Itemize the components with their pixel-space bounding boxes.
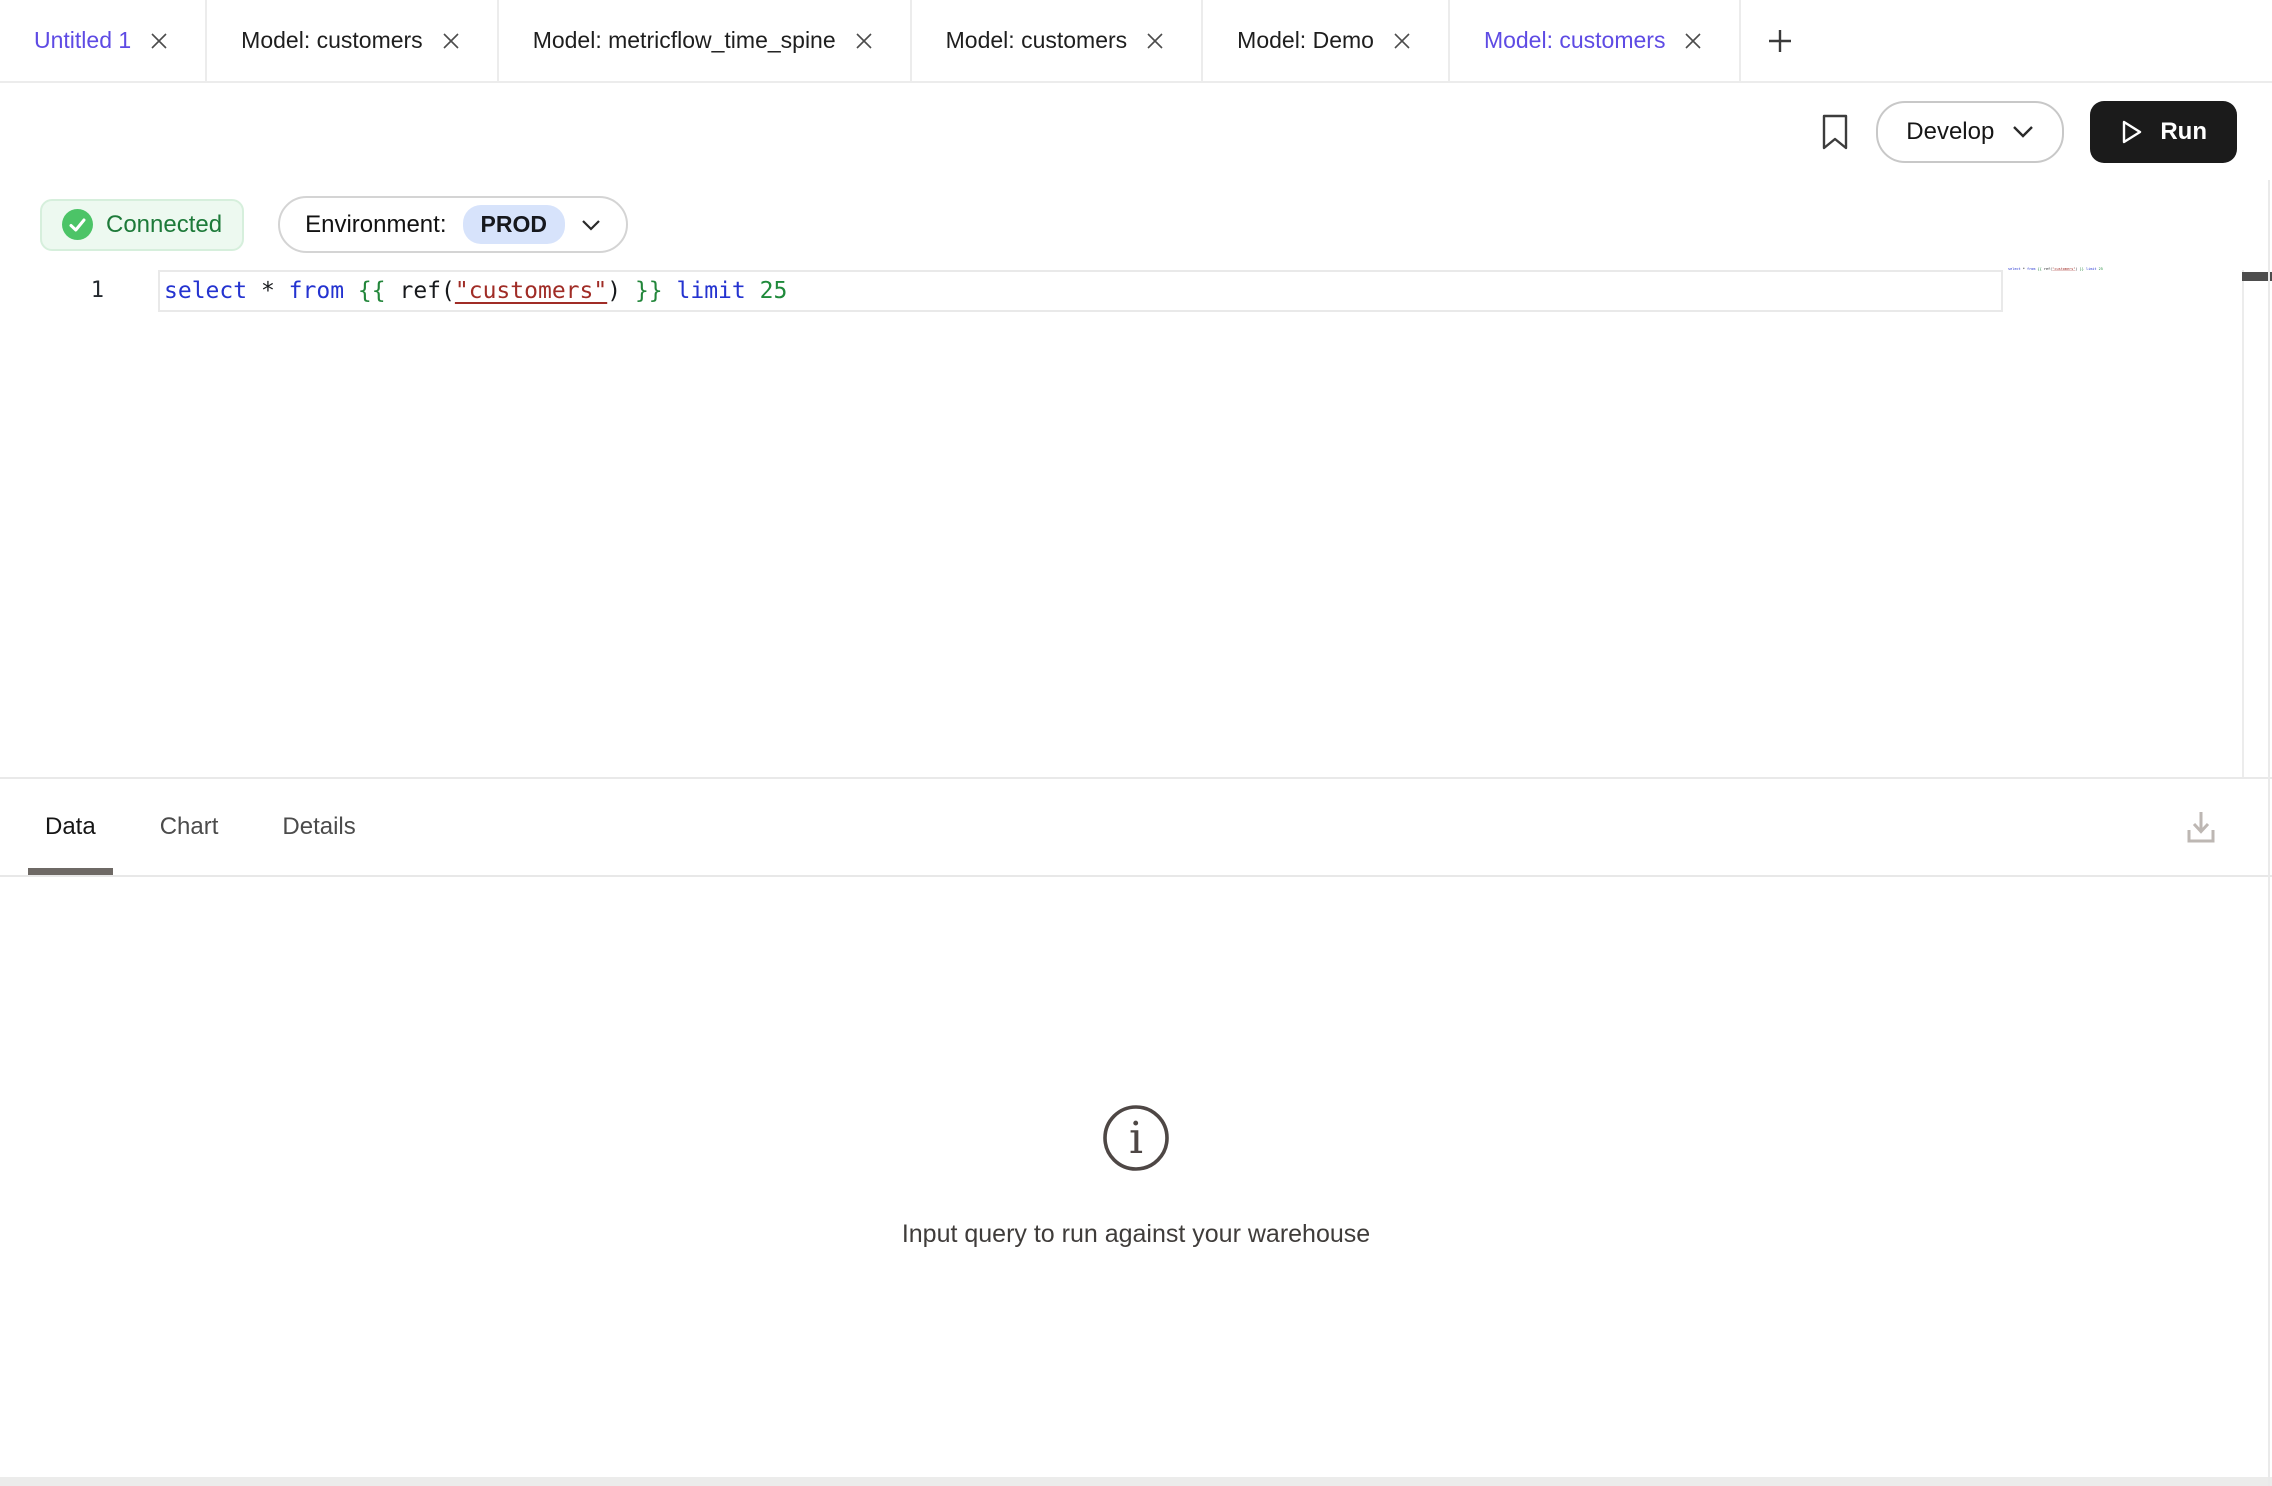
bookmark-icon (1820, 114, 1850, 150)
connection-status-badge: Connected (40, 199, 244, 251)
editor-tab[interactable]: Model: customers (1450, 0, 1742, 81)
code-token: 25 (760, 278, 788, 304)
run-button-label: Run (2160, 118, 2207, 146)
download-icon (2179, 805, 2223, 849)
editor-scrollbar-track[interactable] (2242, 270, 2270, 777)
environment-selector[interactable]: Environment: PROD (278, 196, 628, 253)
tab-close-icon[interactable] (1681, 29, 1705, 53)
code-token (386, 278, 400, 304)
tab-close-icon[interactable] (1143, 29, 1167, 53)
code-token: from (289, 278, 344, 304)
code-token: ) (607, 278, 621, 304)
code-token (746, 278, 760, 304)
code-token (344, 278, 358, 304)
tab-close-icon[interactable] (439, 29, 463, 53)
tab-label: Model: customers (241, 27, 423, 54)
code-token: select (164, 278, 247, 304)
develop-button-label: Develop (1906, 118, 1994, 146)
tab-label: Model: customers (1484, 27, 1666, 54)
code-token (663, 278, 677, 304)
check-circle-icon (62, 209, 93, 240)
editor-tabs: Untitled 1 Model: customers Model: metricf… (0, 0, 1741, 81)
new-tab-button[interactable] (1741, 0, 1819, 81)
toolbar: Develop Run (0, 83, 2272, 180)
code-token: }} (635, 278, 663, 304)
results-tab-bar: Data Chart Details (0, 779, 2272, 877)
code-token (275, 278, 289, 304)
chevron-down-icon (2012, 125, 2034, 138)
run-button[interactable]: Run (2090, 101, 2237, 163)
empty-state-message: Input query to run against your warehous… (902, 1220, 1370, 1249)
editor-tab[interactable]: Model: Demo (1203, 0, 1450, 81)
develop-button[interactable]: Develop (1876, 101, 2064, 163)
code-token (621, 278, 635, 304)
tab-bar: Untitled 1 Model: customers Model: metricf… (0, 0, 2272, 83)
results-tab-data[interactable]: Data (28, 779, 113, 875)
code-line: select * from {{ ref("customers") }} lim… (160, 278, 787, 304)
editor-current-line[interactable]: select * from {{ ref("customers") }} lim… (158, 270, 2003, 312)
code-token: select (2008, 267, 2021, 271)
info-icon: i (1101, 1103, 1171, 1178)
editor-content[interactable]: select * from {{ ref("customers") }} lim… (140, 262, 2272, 777)
tab-label: Model: metricflow_time_spine (533, 27, 836, 54)
code-token: 25 (2099, 267, 2103, 271)
code-token: from (2027, 267, 2035, 271)
environment-label: Environment: (305, 211, 446, 239)
tab-close-icon[interactable] (852, 29, 876, 53)
tab-label: Model: Demo (1237, 27, 1374, 54)
plus-icon (1765, 26, 1795, 56)
environment-value-badge: PROD (463, 205, 565, 244)
results-tab-details[interactable]: Details (265, 779, 372, 875)
results-tab-chart[interactable]: Chart (143, 779, 236, 875)
minimap-code-line: select * from {{ ref("customers") }} lim… (2008, 267, 2103, 271)
editor-minimap[interactable]: select * from {{ ref("customers") }} lim… (2008, 266, 2240, 781)
results-tabs: Data Chart Details (28, 779, 403, 875)
code-token (247, 278, 261, 304)
code-token: * (261, 278, 275, 304)
chevron-down-icon (581, 219, 601, 231)
play-icon (2120, 119, 2144, 145)
tab-close-icon[interactable] (1390, 29, 1414, 53)
tab-close-icon[interactable] (147, 29, 171, 53)
editor-tab[interactable]: Model: customers (912, 0, 1204, 81)
editor-tab[interactable]: Model: metricflow_time_spine (499, 0, 912, 81)
code-token: limit (677, 278, 746, 304)
editor-tab[interactable]: Untitled 1 (0, 0, 207, 81)
bookmark-button[interactable] (1820, 114, 1850, 150)
code-token: ref (399, 278, 441, 304)
code-token: "customers" (455, 278, 607, 304)
tab-label: Untitled 1 (34, 27, 131, 54)
code-token: ( (441, 278, 455, 304)
app-root: Untitled 1 Model: customers Model: metricf… (0, 0, 2272, 1486)
svg-text:i: i (1129, 1113, 1143, 1164)
results-empty-state: i Input query to run against your wareho… (0, 877, 2272, 1475)
bottom-scrollbar-track[interactable] (0, 1477, 2272, 1486)
status-row: Connected Environment: PROD (0, 196, 2272, 253)
right-panel-border (2268, 180, 2270, 1486)
code-token: limit (2086, 267, 2097, 271)
connection-status-label: Connected (106, 211, 222, 239)
code-token: "customers" (2052, 267, 2075, 271)
line-number: 1 (0, 262, 140, 777)
editor-tab[interactable]: Model: customers (207, 0, 499, 81)
code-editor[interactable]: 1 select * from {{ ref("customers") }} l… (0, 262, 2272, 777)
results-panel: Data Chart Details i Input query to run ag… (0, 777, 2272, 1475)
code-token: {{ (358, 278, 386, 304)
tab-label: Model: customers (946, 27, 1128, 54)
download-button[interactable] (2179, 779, 2223, 875)
